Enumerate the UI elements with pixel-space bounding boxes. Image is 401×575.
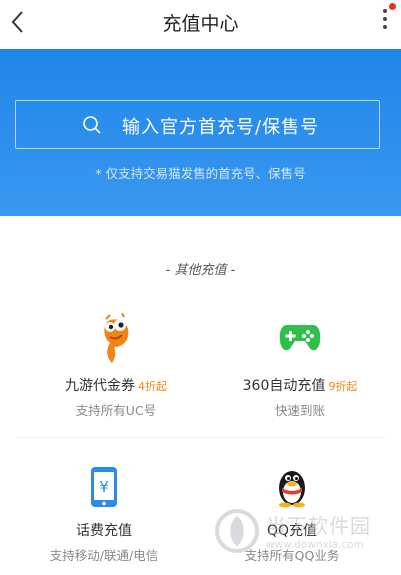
watermark: 当下软件园 www.downxia.com	[214, 508, 384, 568]
nine-game-mascot-icon	[104, 313, 129, 363]
discount-badge: 9折起	[328, 380, 358, 393]
item-jiuyou-voucher[interactable]: 九游代金券 4折起 支持所有UC号	[16, 305, 216, 425]
banner-note: * 仅支持交易猫发售的首充号、保售号	[95, 166, 306, 181]
notification-dot	[389, 3, 396, 10]
item-name-text: 话费充值	[76, 523, 132, 539]
row-divider	[15, 437, 386, 438]
item-subtitle: 快速到账	[274, 403, 325, 418]
item-360-recharge[interactable]: 360自动充值 9折起 快速到账	[200, 305, 400, 425]
item-subtitle: 支持所有UC号	[75, 403, 157, 418]
search-input[interactable]: 输入官方首充号/保售号	[15, 100, 380, 149]
svg-text:¥: ¥	[99, 478, 109, 496]
discount-badge: 4折起	[138, 380, 167, 393]
page-title: 充值中心	[162, 13, 239, 35]
qq-penguin-icon	[279, 471, 305, 508]
gamepad-icon	[279, 325, 321, 351]
more-menu-icon[interactable]	[381, 9, 389, 33]
item-name-text: 360自动充值	[242, 378, 326, 394]
header-bar: 充值中心	[0, 0, 401, 46]
item-name: 话费充值	[4, 520, 204, 540]
item-phone-recharge[interactable]: ¥ 话费充值 支持移动/联通/电信	[4, 452, 204, 572]
search-banner: 输入官方首充号/保售号 * 仅支持交易猫发售的首充号、保售号	[0, 49, 401, 216]
phone-yuan-icon: ¥	[91, 467, 117, 507]
watermark-name: 当下软件园	[266, 514, 371, 538]
item-name: 360自动充值 9折起	[200, 375, 400, 395]
search-icon	[83, 116, 101, 134]
search-placeholder: 输入官方首充号/保售号	[122, 117, 320, 138]
watermark-logo-icon	[215, 509, 259, 553]
item-subtitle: 支持移动/联通/电信	[49, 548, 159, 563]
item-name: 九游代金券 4折起	[16, 375, 216, 395]
item-name-text: 九游代金券	[65, 378, 135, 394]
watermark-url: www.downxia.com	[266, 539, 364, 551]
section-title: - 其他充值 -	[165, 263, 236, 278]
